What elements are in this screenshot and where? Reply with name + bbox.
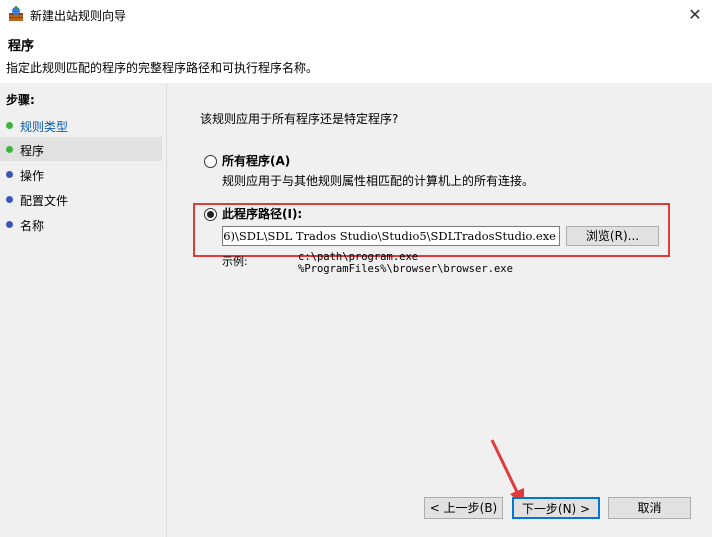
- radio-selected-dot: [207, 211, 214, 218]
- step-current-icon: [6, 146, 13, 153]
- step-profile: 配置文件: [0, 187, 162, 211]
- cancel-button[interactable]: 取消: [608, 497, 691, 519]
- page-title: 程序: [8, 39, 35, 54]
- page-subtitle: 指定此规则匹配的程序的完整程序路径和可执行程序名称。: [6, 61, 319, 75]
- program-path-input[interactable]: (x86)\SDL\SDL Trados Studio\Studio5\SDLT…: [222, 226, 560, 246]
- content-panel: 该规则应用于所有程序还是特定程序? 所有程序(A) 规则应用于与其他规则属性相匹…: [168, 83, 712, 537]
- title-bar: 新建出站规则向导 ✕: [0, 0, 712, 30]
- browse-button[interactable]: 浏览(R)...: [566, 226, 659, 246]
- close-icon[interactable]: ✕: [682, 4, 708, 26]
- step-name: 名称: [0, 212, 162, 236]
- steps-title: 步骤:: [6, 93, 35, 107]
- step-program: 程序: [0, 137, 162, 161]
- firewall-icon: [8, 6, 24, 22]
- all-programs-description: 规则应用于与其他规则属性相匹配的计算机上的所有连接。: [222, 174, 535, 188]
- step-label: 名称: [20, 219, 45, 233]
- step-pending-icon: [6, 196, 13, 203]
- step-label: 配置文件: [20, 194, 69, 208]
- example-label: 示例:: [222, 255, 248, 268]
- all-programs-radio[interactable]: [204, 155, 217, 168]
- steps-panel: 步骤: 规则类型 程序 操作 配置文件 名称: [0, 83, 167, 537]
- step-label: 程序: [20, 144, 45, 158]
- step-rule-type: 规则类型: [0, 113, 162, 137]
- step-done-icon: [6, 122, 13, 129]
- next-button[interactable]: 下一步(N) >: [512, 497, 600, 519]
- step-label: 操作: [20, 169, 45, 183]
- program-path-value: (x86)\SDL\SDL Trados Studio\Studio5\SDLT…: [222, 229, 556, 243]
- wizard-body: 步骤: 规则类型 程序 操作 配置文件 名称 该规则应用于所有程序还是特定程序?…: [0, 83, 712, 537]
- this-program-radio[interactable]: [204, 208, 217, 221]
- step-action: 操作: [0, 162, 162, 186]
- wizard-header: 程序 指定此规则匹配的程序的完整程序路径和可执行程序名称。: [0, 30, 712, 82]
- step-pending-icon: [6, 221, 13, 228]
- step-pending-icon: [6, 171, 13, 178]
- question-text: 该规则应用于所有程序还是特定程序?: [200, 112, 399, 126]
- back-button[interactable]: < 上一步(B): [424, 497, 503, 519]
- example-path-1: c:\path\program.exe: [298, 251, 419, 263]
- example-path-2: %ProgramFiles%\browser\browser.exe: [298, 263, 513, 275]
- all-programs-label[interactable]: 所有程序(A): [222, 152, 290, 169]
- this-program-label[interactable]: 此程序路径(I):: [222, 205, 302, 222]
- step-label: 规则类型: [20, 120, 69, 134]
- window-title: 新建出站规则向导: [30, 9, 127, 23]
